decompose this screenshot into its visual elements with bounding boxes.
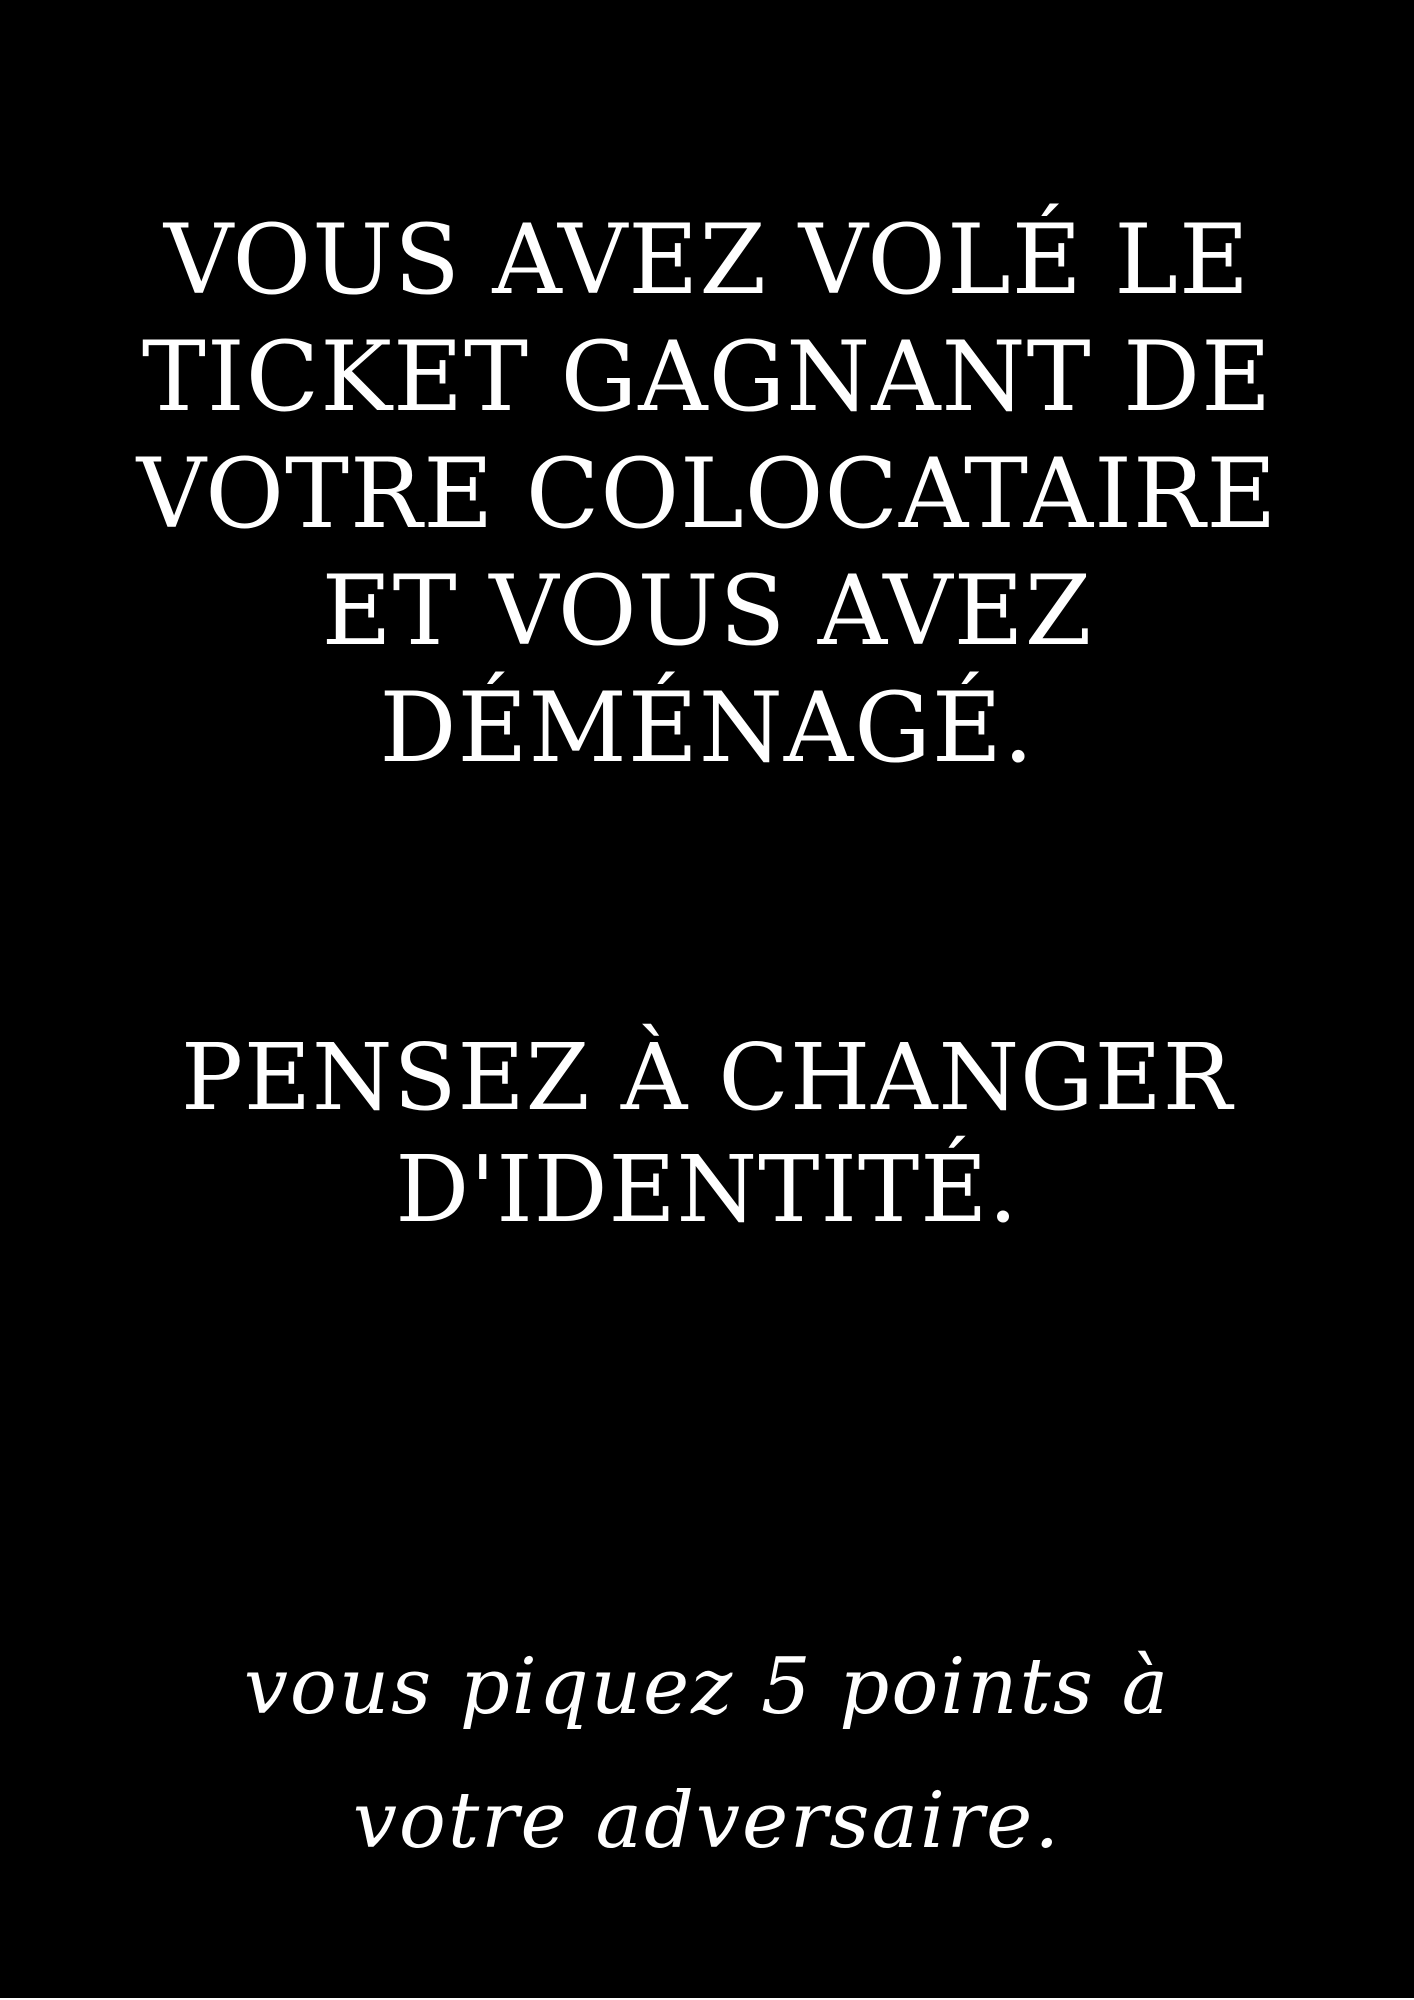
- effect-text-line: vous piquez 5 points à: [243, 1642, 1171, 1732]
- main-text-line: ET VOUS AVEZ: [321, 555, 1093, 667]
- main-text-line: VOUS AVEZ VOLÉ LE: [163, 204, 1251, 316]
- card-main-text: VOUS AVEZ VOLÉ LE TICKET GAGNANT DE VOTR…: [110, 202, 1304, 787]
- main-text-line: TICKET GAGNANT DE: [141, 321, 1273, 433]
- card-effect-text: vous piquez 5 points à votre adversaire.: [110, 1620, 1304, 1888]
- main-text-line: VOTRE COLOCATAIRE: [136, 438, 1278, 550]
- main-text-line: DÉMÉNAGÉ.: [379, 672, 1035, 784]
- card-hint-text: PENSEZ À CHANGER D'IDENTITÉ.: [110, 1022, 1304, 1246]
- hint-text-line: PENSEZ À CHANGER: [180, 1024, 1234, 1131]
- game-card: VOUS AVEZ VOLÉ LE TICKET GAGNANT DE VOTR…: [0, 0, 1414, 1998]
- effect-text-line: votre adversaire.: [352, 1776, 1062, 1866]
- hint-text-line: D'IDENTITÉ.: [395, 1136, 1019, 1243]
